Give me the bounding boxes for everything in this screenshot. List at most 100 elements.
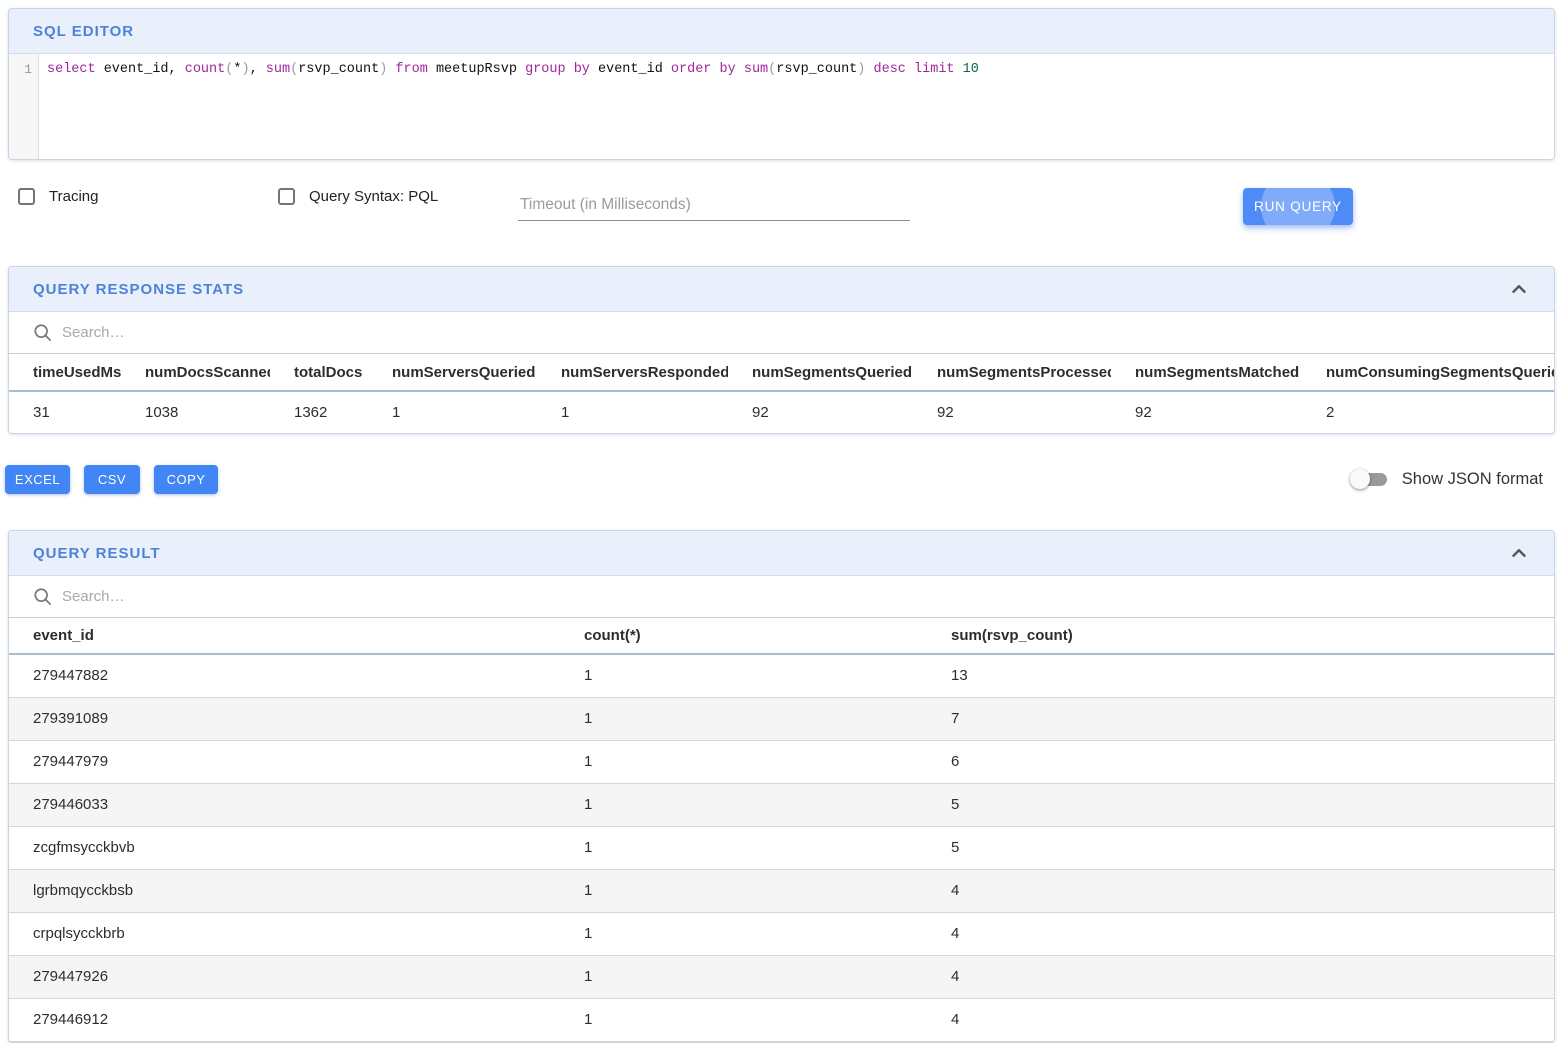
sql-token-keyword: select [47, 62, 96, 77]
column-header[interactable]: numDocsScanned [121, 354, 270, 391]
query-controls-row: Tracing Query Syntax: PQL RUN QUERY [0, 188, 1563, 228]
run-query-button[interactable]: RUN QUERY [1243, 188, 1353, 225]
table-cell: 6 [927, 740, 1554, 783]
chevron-up-icon [1508, 278, 1530, 300]
sql-token-keyword: count [185, 62, 226, 77]
sql-token-keyword: by [720, 62, 736, 77]
table-cell: 92 [913, 391, 1111, 433]
sql-query-text[interactable]: select event_id, count(*), sum(rsvp_coun… [39, 54, 1554, 159]
table-cell: lgrbmqycckbsb [9, 869, 560, 912]
stats-search-input[interactable] [62, 324, 1530, 341]
result-header: QUERY RESULT [9, 531, 1554, 576]
result-header-row: event_idcount(*)sum(rsvp_count) [9, 618, 1554, 654]
column-header[interactable]: sum(rsvp_count) [927, 618, 1554, 654]
table-cell: 1 [537, 391, 728, 433]
run-query-label: RUN QUERY [1254, 199, 1342, 214]
result-search-input[interactable] [62, 588, 1530, 605]
stats-collapse-button[interactable] [1508, 278, 1530, 300]
timeout-input[interactable] [518, 190, 910, 221]
table-row[interactable]: 27944691214 [9, 998, 1554, 1041]
table-cell: 5 [927, 783, 1554, 826]
sql-token-keyword: sum [266, 62, 290, 77]
toggle-thumb[interactable] [1350, 469, 1370, 489]
table-cell: 279446033 [9, 783, 560, 826]
excel-button[interactable]: EXCEL [5, 465, 70, 494]
table-cell: 4 [927, 998, 1554, 1041]
table-row[interactable]: 27944603315 [9, 783, 1554, 826]
query-result-panel: QUERY RESULT event_idcount(*)sum(rsvp_co… [8, 530, 1555, 1043]
table-row[interactable]: zcgfmsycckbvb15 [9, 826, 1554, 869]
json-format-toggle-group: Show JSON format [1352, 465, 1543, 494]
table-row[interactable]: crpqlsycckbrb14 [9, 912, 1554, 955]
column-header[interactable]: count(*) [560, 618, 927, 654]
copy-button[interactable]: COPY [154, 465, 218, 494]
column-header[interactable]: numServersQueried [368, 354, 537, 391]
line-number: 1 [24, 62, 32, 77]
table-cell: 1 [560, 654, 927, 697]
table-cell: 7 [927, 697, 1554, 740]
query-response-stats-panel: QUERY RESPONSE STATS timeUsedMsnumDocsSc… [8, 266, 1555, 434]
tracing-checkbox[interactable] [18, 188, 35, 205]
table-cell: 2 [1302, 391, 1554, 433]
result-search-bar [9, 576, 1554, 618]
query-response-stats-table: timeUsedMsnumDocsScannedtotalDocsnumServ… [9, 354, 1554, 433]
table-cell: 5 [927, 826, 1554, 869]
table-cell: 1 [560, 826, 927, 869]
column-header[interactable]: timeUsedMs [9, 354, 121, 391]
column-header[interactable]: numConsumingSegmentsQueried [1302, 354, 1554, 391]
column-header[interactable]: totalDocs [270, 354, 368, 391]
csv-button[interactable]: CSV [84, 465, 140, 494]
result-collapse-button[interactable] [1508, 542, 1530, 564]
pql-checkbox[interactable] [278, 188, 295, 205]
table-cell: 1 [368, 391, 537, 433]
table-cell: 1 [560, 740, 927, 783]
column-header[interactable]: numServersResponded [537, 354, 728, 391]
table-cell: 279391089 [9, 697, 560, 740]
sql-editor-panel: SQL EDITOR 1 select event_id, count(*), … [8, 8, 1555, 160]
table-row[interactable]: lgrbmqycckbsb14 [9, 869, 1554, 912]
sql-token-paren: ( [290, 62, 298, 77]
table-row[interactable]: 279447882113 [9, 654, 1554, 697]
result-title: QUERY RESULT [33, 545, 161, 562]
sql-token-plain [711, 62, 719, 77]
table-cell: 31 [9, 391, 121, 433]
table-cell: 279446912 [9, 998, 560, 1041]
chevron-up-icon [1508, 542, 1530, 564]
table-cell: 13 [927, 654, 1554, 697]
sql-token-plain: , [250, 62, 266, 77]
stats-search-bar [9, 312, 1554, 354]
table-cell: 1362 [270, 391, 368, 433]
table-cell: 92 [728, 391, 913, 433]
table-cell: 4 [927, 955, 1554, 998]
column-header[interactable]: event_id [9, 618, 560, 654]
table-row[interactable]: 27939108917 [9, 697, 1554, 740]
table-cell: 279447926 [9, 955, 560, 998]
export-row: EXCEL CSV COPY Show JSON format [5, 465, 1555, 495]
tracing-checkbox-group[interactable]: Tracing [18, 188, 98, 205]
table-cell: zcgfmsycckbvb [9, 826, 560, 869]
table-cell: 1 [560, 912, 927, 955]
table-cell: 1 [560, 697, 927, 740]
pql-checkbox-group[interactable]: Query Syntax: PQL [278, 188, 438, 205]
table-cell: 1 [560, 783, 927, 826]
table-row[interactable]: 27944797916 [9, 740, 1554, 783]
sql-editor[interactable]: 1 select event_id, count(*), sum(rsvp_co… [9, 54, 1554, 159]
table-cell: 1 [560, 869, 927, 912]
table-cell: 92 [1111, 391, 1302, 433]
sql-token-plain: meetupRsvp [428, 62, 525, 77]
table-row[interactable]: 27944792614 [9, 955, 1554, 998]
sql-editor-title: SQL EDITOR [33, 23, 134, 40]
sql-token-plain [865, 62, 873, 77]
search-icon [33, 587, 52, 606]
column-header[interactable]: numSegmentsMatched [1111, 354, 1302, 391]
table-row[interactable]: 3110381362119292922 [9, 391, 1554, 433]
table-cell: 4 [927, 912, 1554, 955]
column-header[interactable]: numSegmentsQueried [728, 354, 913, 391]
query-result-table: event_idcount(*)sum(rsvp_count) 27944788… [9, 618, 1554, 1042]
show-json-toggle[interactable] [1352, 472, 1388, 487]
sql-token-plain: rsvp_count [298, 62, 379, 77]
column-header[interactable]: numSegmentsProcessed [913, 354, 1111, 391]
sql-token-keyword: limit [914, 62, 955, 77]
sql-token-keyword: group [525, 62, 566, 77]
table-cell: 1038 [121, 391, 270, 433]
